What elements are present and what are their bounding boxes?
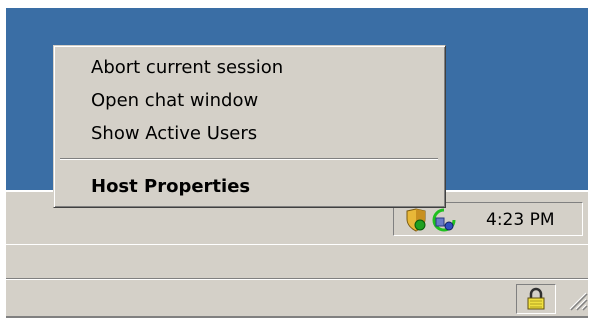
menu-item-label: Open chat window xyxy=(91,90,259,111)
shield-icon[interactable] xyxy=(404,208,428,232)
clock[interactable]: 4:23 PM xyxy=(486,210,555,230)
menu-item-label: Show Active Users xyxy=(91,123,258,144)
menu-item-open-chat[interactable]: Open chat window xyxy=(57,85,442,117)
bottom-border xyxy=(6,316,588,318)
menu-item-show-active-users[interactable]: Show Active Users xyxy=(57,118,442,150)
menu-item-abort-session[interactable]: Abort current session xyxy=(57,52,442,84)
menu-separator xyxy=(60,158,438,160)
padlock-icon xyxy=(527,287,545,310)
menu-item-host-properties[interactable]: Host Properties xyxy=(57,171,442,203)
menu-item-label: Host Properties xyxy=(91,176,251,197)
connection-status-icon[interactable] xyxy=(432,208,456,232)
status-bar xyxy=(6,278,588,317)
menu-item-label: Abort current session xyxy=(91,57,284,78)
lock-panel xyxy=(516,284,556,314)
context-menu: Abort current session Open chat window S… xyxy=(53,45,446,208)
resize-grip-icon[interactable] xyxy=(566,289,588,313)
taskbar-strip xyxy=(6,244,588,279)
